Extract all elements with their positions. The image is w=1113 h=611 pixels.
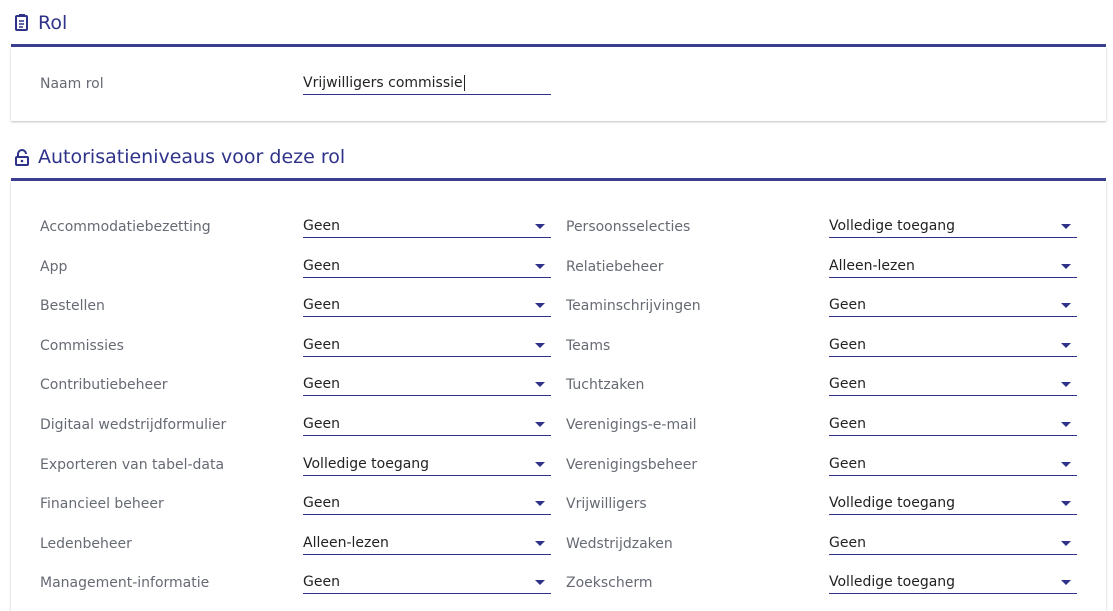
auth-select-value: Volledige toegang xyxy=(829,218,956,234)
auth-label-ledenbeheer: Ledenbeheer xyxy=(40,536,132,552)
chevron-down-icon xyxy=(1061,264,1071,269)
role-card: Naam rol Vrijwilligers commissie xyxy=(11,47,1106,121)
auth-select-value: Geen xyxy=(303,495,340,511)
auth-label-teams: Teams xyxy=(566,338,611,354)
auth-label-wedstrijdzaken: Wedstrijdzaken xyxy=(566,536,673,552)
auth-select-wedstrijdzaken[interactable]: Geen xyxy=(829,533,1077,555)
auth-select-exporteren-van-tabel-data[interactable]: Volledige toegang xyxy=(303,454,551,476)
auth-select-zoekscherm[interactable]: Volledige toegang xyxy=(829,572,1077,594)
auth-select-teams[interactable]: Geen xyxy=(829,335,1077,357)
auth-select-ledenbeheer[interactable]: Alleen-lezen xyxy=(303,533,551,555)
auth-select-digitaal-wedstrijdformulier[interactable]: Geen xyxy=(303,414,551,436)
chevron-down-icon xyxy=(535,224,545,229)
auth-select-financieel-beheer[interactable]: Geen xyxy=(303,493,551,515)
chevron-down-icon xyxy=(1061,343,1071,348)
chevron-down-icon xyxy=(535,580,545,585)
auth-select-value: Volledige toegang xyxy=(829,574,956,590)
auth-select-value: Geen xyxy=(303,218,340,234)
auth-select-value: Geen xyxy=(303,258,340,274)
chevron-down-icon xyxy=(1061,303,1071,308)
auth-select-value: Geen xyxy=(829,376,866,392)
auth-select-value: Geen xyxy=(303,574,340,590)
auth-label-vrijwilligers: Vrijwilligers xyxy=(566,496,647,512)
auth-select-verenigings-e-mail[interactable]: Geen xyxy=(829,414,1077,436)
auth-select-vrijwilligers[interactable]: Volledige toegang xyxy=(829,493,1077,515)
auth-label-exporteren-van-tabel-data: Exporteren van tabel-data xyxy=(40,457,225,473)
auth-label-zoekscherm: Zoekscherm xyxy=(566,575,653,591)
role-section-title: Rol xyxy=(38,12,68,34)
auth-select-value: Geen xyxy=(303,376,340,392)
auth-select-teaminschrijvingen[interactable]: Geen xyxy=(829,295,1077,317)
chevron-down-icon xyxy=(1061,382,1071,387)
auth-label-financieel-beheer: Financieel beheer xyxy=(40,496,164,512)
auth-section-title: Autorisatieniveaus voor deze rol xyxy=(38,146,346,168)
role-name-input[interactable]: Vrijwilligers commissie xyxy=(303,73,551,95)
auth-label-app: App xyxy=(40,259,68,275)
auth-select-value: Alleen-lezen xyxy=(303,535,389,551)
auth-select-value: Geen xyxy=(303,337,340,353)
auth-label-contributiebeheer: Contributiebeheer xyxy=(40,377,168,393)
auth-select-persoonsselecties[interactable]: Volledige toegang xyxy=(829,216,1077,238)
auth-label-persoonsselecties: Persoonsselecties xyxy=(566,219,691,235)
role-name-value: Vrijwilligers commissie xyxy=(303,75,465,91)
auth-select-value: Geen xyxy=(303,416,340,432)
chevron-down-icon xyxy=(1061,580,1071,585)
auth-label-commissies: Commissies xyxy=(40,338,124,354)
chevron-down-icon xyxy=(1061,541,1071,546)
lock-icon xyxy=(15,149,29,166)
auth-label-bestellen: Bestellen xyxy=(40,298,105,314)
chevron-down-icon xyxy=(535,303,545,308)
auth-select-value: Geen xyxy=(303,297,340,313)
chevron-down-icon xyxy=(535,462,545,467)
auth-select-app[interactable]: Geen xyxy=(303,256,551,278)
auth-select-value: Geen xyxy=(829,297,866,313)
auth-select-tuchtzaken[interactable]: Geen xyxy=(829,374,1077,396)
auth-label-relatiebeheer: Relatiebeheer xyxy=(566,259,664,275)
auth-section-header: Autorisatieniveaus voor deze rol xyxy=(11,134,1106,181)
auth-label-verenigingsbeheer: Verenigingsbeheer xyxy=(566,457,698,473)
auth-select-value: Volledige toegang xyxy=(303,456,430,472)
chevron-down-icon xyxy=(535,382,545,387)
chevron-down-icon xyxy=(535,541,545,546)
auth-select-value: Geen xyxy=(829,337,866,353)
role-section-header: Rol xyxy=(11,0,1106,47)
auth-select-verenigingsbeheer[interactable]: Geen xyxy=(829,454,1077,476)
auth-select-management-informatie[interactable]: Geen xyxy=(303,572,551,594)
chevron-down-icon xyxy=(535,343,545,348)
chevron-down-icon xyxy=(535,422,545,427)
auth-label-tuchtzaken: Tuchtzaken xyxy=(566,377,645,393)
auth-select-value: Geen xyxy=(829,535,866,551)
auth-label-management-informatie: Management-informatie xyxy=(40,575,210,591)
auth-label-accommodatiebezetting: Accommodatiebezetting xyxy=(40,219,211,235)
auth-select-accommodatiebezetting[interactable]: Geen xyxy=(303,216,551,238)
chevron-down-icon xyxy=(1061,422,1071,427)
chevron-down-icon xyxy=(1061,501,1071,506)
chevron-down-icon xyxy=(535,264,545,269)
auth-select-value: Volledige toegang xyxy=(829,495,956,511)
auth-label-verenigings-e-mail: Verenigings-e-mail xyxy=(566,417,697,433)
auth-select-relatiebeheer[interactable]: Alleen-lezen xyxy=(829,256,1077,278)
document-icon xyxy=(15,14,28,31)
auth-label-digitaal-wedstrijdformulier: Digitaal wedstrijdformulier xyxy=(40,417,227,433)
auth-select-contributiebeheer[interactable]: Geen xyxy=(303,374,551,396)
auth-card: Accommodatiebezetting Geen App Geen Bestelle… xyxy=(11,181,1106,611)
chevron-down-icon xyxy=(1061,462,1071,467)
auth-select-bestellen[interactable]: Geen xyxy=(303,295,551,317)
role-name-label: Naam rol xyxy=(40,76,104,92)
chevron-down-icon xyxy=(1061,224,1071,229)
auth-select-commissies[interactable]: Geen xyxy=(303,335,551,357)
chevron-down-icon xyxy=(535,501,545,506)
auth-select-value: Geen xyxy=(829,416,866,432)
auth-select-value: Geen xyxy=(829,456,866,472)
auth-select-value: Alleen-lezen xyxy=(829,258,915,274)
auth-label-teaminschrijvingen: Teaminschrijvingen xyxy=(566,298,701,314)
